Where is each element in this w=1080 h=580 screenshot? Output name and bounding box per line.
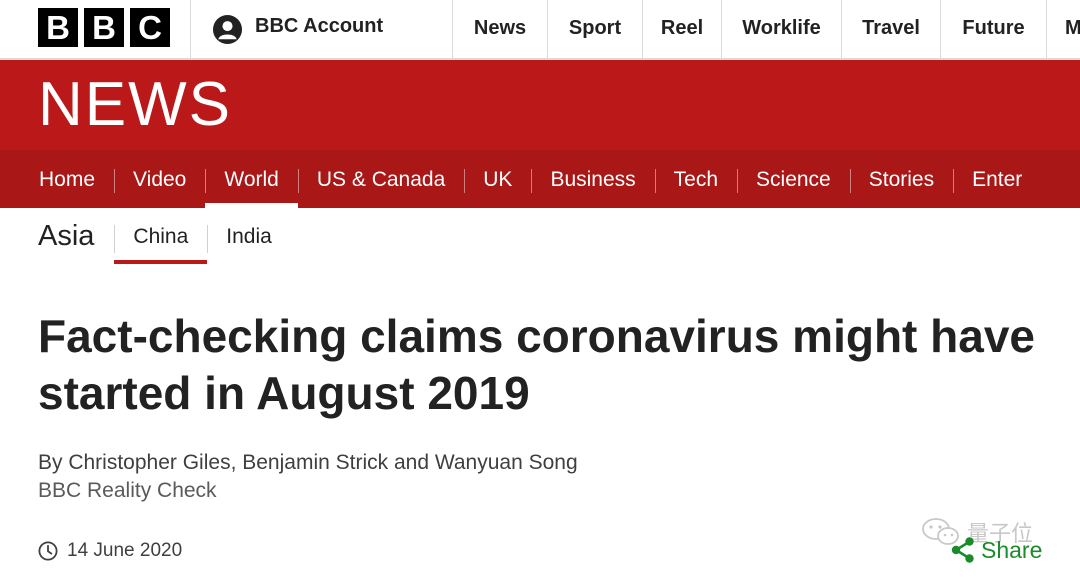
share-label: Share <box>981 536 1043 563</box>
subnav-title[interactable]: Asia <box>38 216 94 256</box>
user-icon <box>212 14 243 45</box>
bbc-account-link[interactable]: BBC Account <box>190 0 452 58</box>
section-nav-science[interactable]: Science <box>737 150 850 208</box>
article-byline: By Christopher Giles, Benjamin Strick an… <box>38 451 578 474</box>
global-nav-travel[interactable]: Travel <box>841 0 940 58</box>
section-nav-video[interactable]: Video <box>114 150 205 208</box>
global-nav-news[interactable]: News <box>452 0 547 58</box>
bbc-global-header: B B C BBC Account News Sport Reel Workli… <box>0 0 1080 60</box>
section-nav: Home Video World US & Canada UK Business… <box>0 150 1080 208</box>
global-nav: News Sport Reel Worklife Travel Future M <box>452 0 1080 58</box>
bbc-logo[interactable]: B B C <box>38 8 170 47</box>
news-masthead: NEWS <box>0 60 1080 150</box>
section-nav-stories[interactable]: Stories <box>849 150 953 208</box>
section-nav-home[interactable]: Home <box>20 150 114 208</box>
global-nav-more[interactable]: M <box>1046 0 1080 58</box>
account-label: BBC Account <box>255 15 384 37</box>
section-nav-entertainment[interactable]: Enter <box>953 150 1041 208</box>
bbc-logo-letter: B <box>38 8 78 47</box>
subnav-item-india[interactable]: India <box>207 216 291 264</box>
global-nav-reel[interactable]: Reel <box>642 0 721 58</box>
article-date: 14 June 2020 <box>38 538 182 564</box>
share-icon <box>951 537 974 563</box>
share-button[interactable]: Share <box>950 536 1042 564</box>
bbc-logo-letter: C <box>130 8 170 47</box>
section-nav-uk[interactable]: UK <box>464 150 531 208</box>
sub-nav: Asia China India <box>38 216 291 266</box>
global-nav-future[interactable]: Future <box>940 0 1046 58</box>
subnav-item-china[interactable]: China <box>114 216 208 264</box>
section-nav-business[interactable]: Business <box>531 150 654 208</box>
article-byline-org: BBC Reality Check <box>38 479 217 502</box>
clock-icon <box>38 541 58 561</box>
article-headline: Fact-checking claims coronavirus might h… <box>38 310 1035 419</box>
news-wordmark[interactable]: NEWS <box>38 74 232 136</box>
date-text: 14 June 2020 <box>67 540 183 561</box>
global-nav-sport[interactable]: Sport <box>547 0 642 58</box>
section-nav-world[interactable]: World <box>205 150 299 208</box>
bbc-logo-letter: B <box>84 8 124 47</box>
global-nav-worklife[interactable]: Worklife <box>721 0 841 58</box>
section-nav-tech[interactable]: Tech <box>654 150 737 208</box>
section-nav-us-canada[interactable]: US & Canada <box>297 150 464 208</box>
